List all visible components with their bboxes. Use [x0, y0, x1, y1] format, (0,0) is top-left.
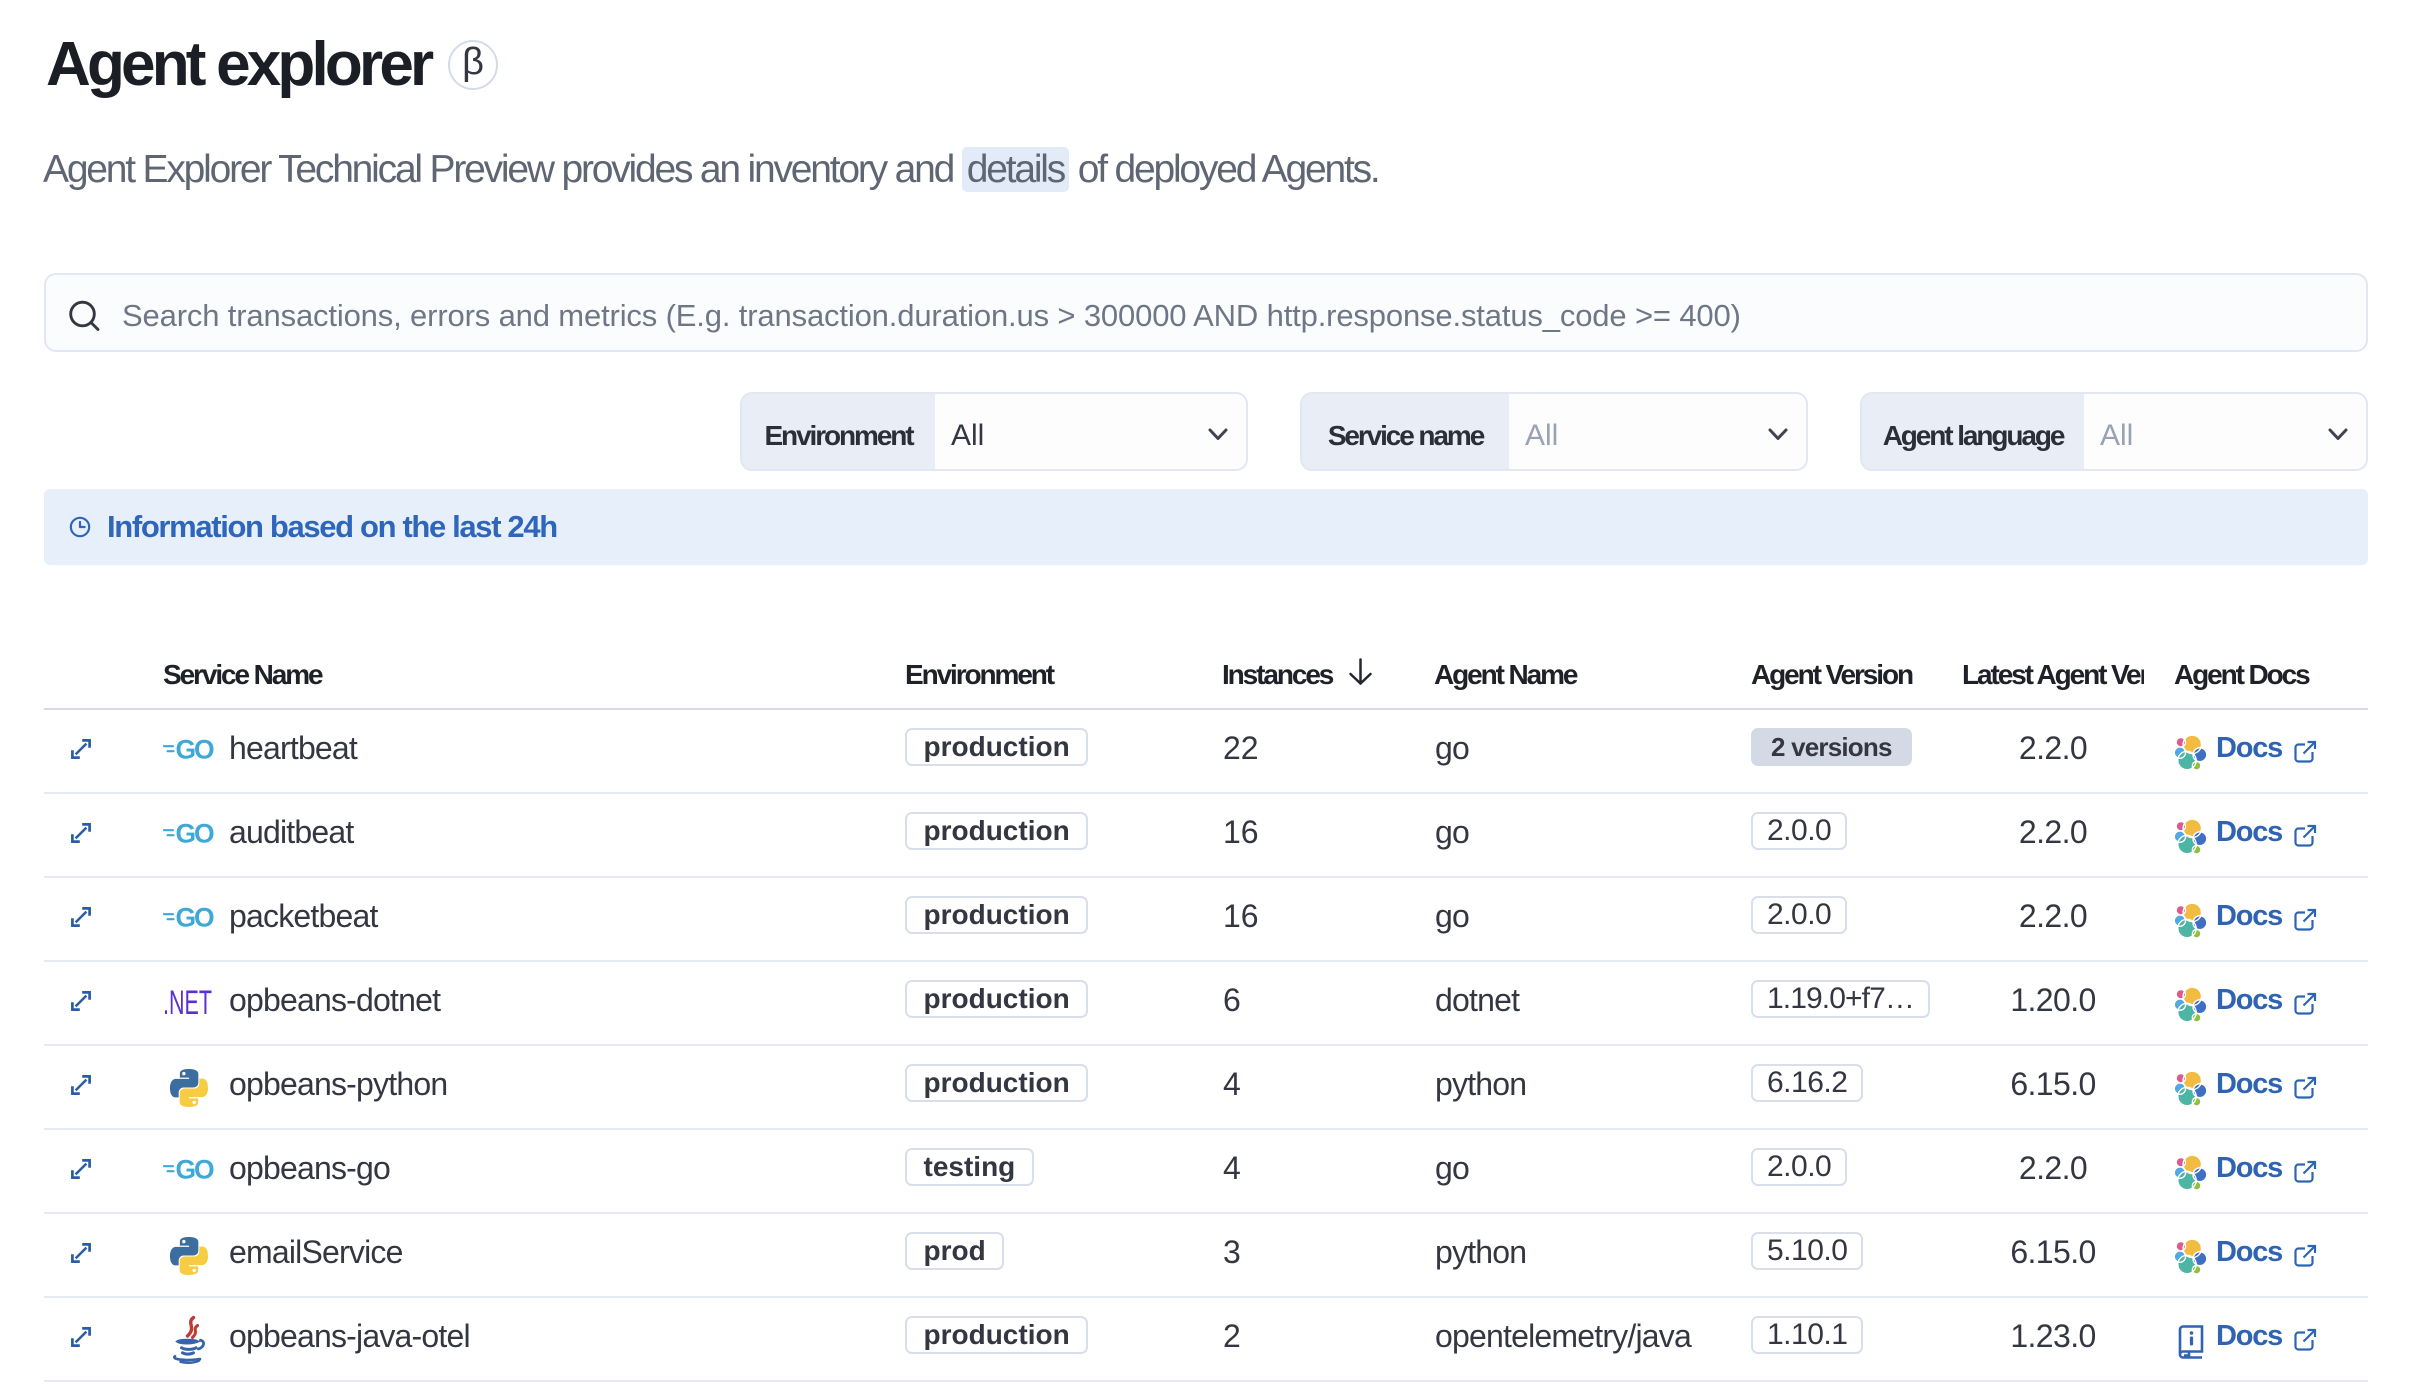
svg-text:GO: GO — [176, 906, 215, 932]
svg-text:.NET: .NET — [163, 984, 212, 1022]
svg-text:GO: GO — [176, 822, 215, 848]
svg-text:GO: GO — [176, 1158, 215, 1184]
svg-text:GO: GO — [176, 738, 215, 764]
